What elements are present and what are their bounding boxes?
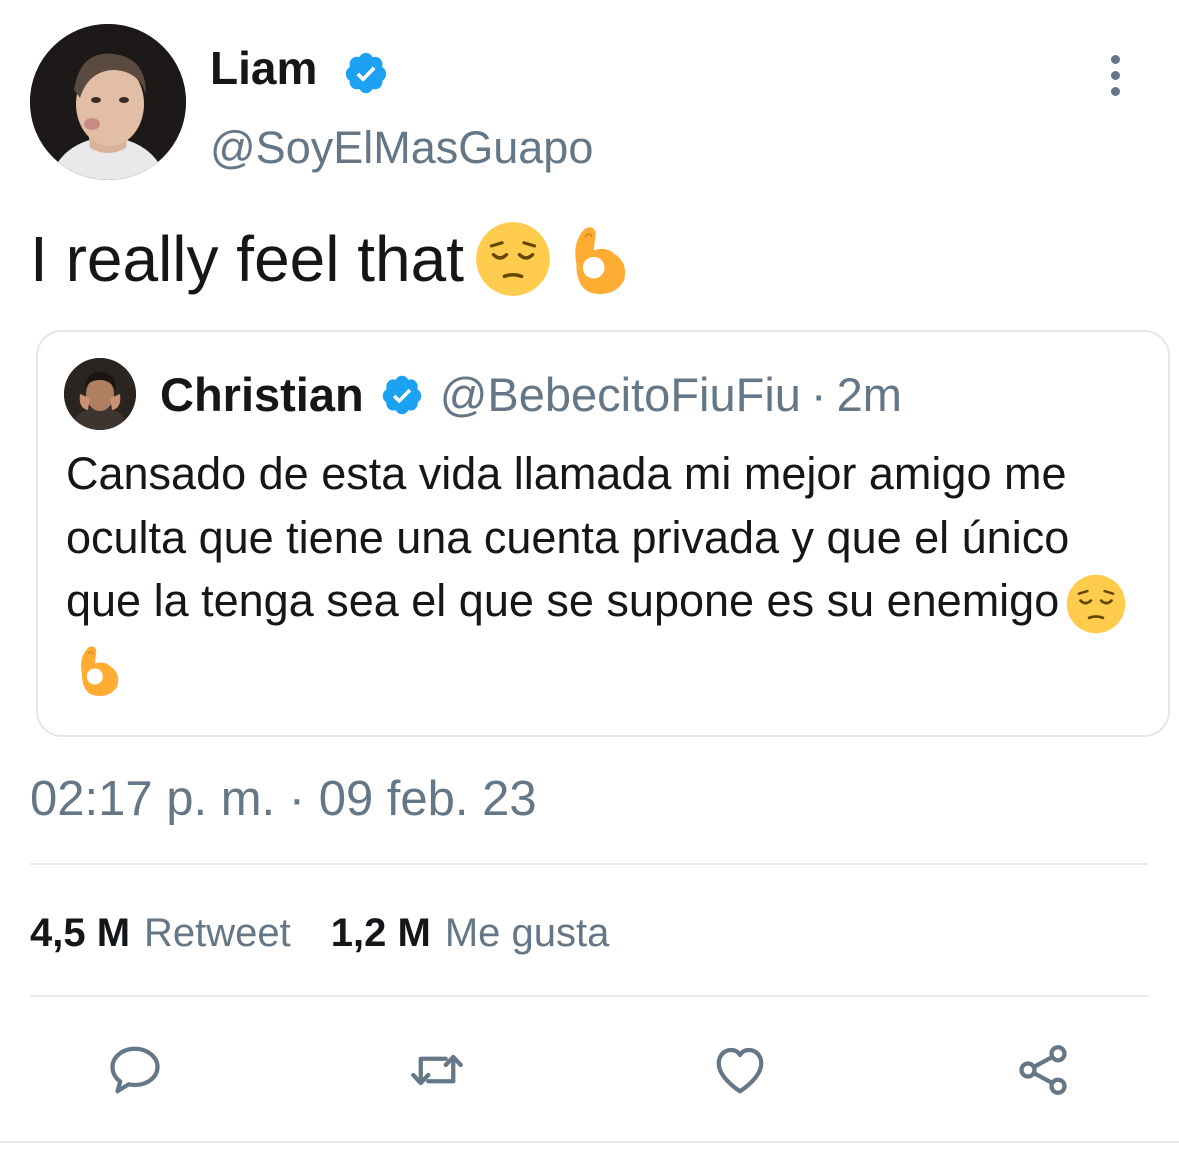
quoted-author-avatar[interactable] [64,358,136,430]
retweet-icon [411,1054,463,1086]
tweet-timestamp[interactable]: 02:17 p. m. · 09 feb. 23 [30,770,537,828]
like-icon [716,1047,764,1094]
author-avatar[interactable] [30,24,186,180]
author-name[interactable]: Liam [210,42,317,94]
tweet-detail: Liam @SoyElMasGuapo I really feel that C… [0,0,1179,1161]
tweet-text-content: I really feel that [30,223,464,295]
ok-hand-emoji [575,227,626,294]
quoted-author-name[interactable]: Christian [160,368,364,422]
reply-icon [110,1046,160,1094]
likes-stat[interactable]: 1,2 M Me gusta [331,908,610,958]
verified-badge-icon [345,52,387,94]
retweets-count: 4,5 M [30,911,131,955]
divider [30,863,1148,865]
divider [0,1141,1179,1143]
author-handle[interactable]: @SoyElMasGuapo [210,122,593,174]
stat-spacer [291,908,331,958]
more-dot-icon [1110,70,1120,80]
share-button[interactable] [1011,1038,1075,1102]
ok-hand-emoji [81,646,119,697]
avatar-photo [30,24,186,180]
quoted-avatar-photo [64,358,136,430]
retweets-label: Retweet [144,911,291,955]
quoted-tweet-time: 2m [836,368,902,421]
quoted-tweet-card[interactable]: Christian @BebecitoFiuFiu · 2m Cansado d… [36,330,1170,737]
header-separator: · [810,368,827,421]
divider [30,995,1148,997]
quoted-tweet-text-content: Cansado de esta vida llamada mi mejor am… [66,448,1070,626]
quoted-author-handle[interactable]: @BebecitoFiuFiu [440,368,801,422]
likes-label: Me gusta [444,911,610,955]
more-dot-icon [1110,86,1120,96]
reply-button[interactable] [103,1038,167,1102]
quoted-tweet-text: Cansado de esta vida llamada mi mejor am… [66,442,1146,699]
likes-count: 1,2 M [330,911,431,955]
more-options-button[interactable] [1093,50,1137,100]
tweet-stats: 4,5 M Retweet 1,2 M Me gusta [30,908,609,958]
like-button[interactable] [708,1038,772,1102]
quoted-tweet-header: Christian @BebecitoFiuFiu · 2m [160,368,902,422]
tweet-text: I really feel that [30,220,634,298]
pensive-face-emoji [476,222,550,296]
verified-badge-icon [382,375,421,415]
pensive-face-emoji [1066,574,1126,634]
retweet-button[interactable] [405,1038,469,1102]
more-dot-icon [1110,54,1120,64]
retweets-stat[interactable]: 4,5 M Retweet [30,908,291,958]
share-icon [1019,1045,1067,1095]
